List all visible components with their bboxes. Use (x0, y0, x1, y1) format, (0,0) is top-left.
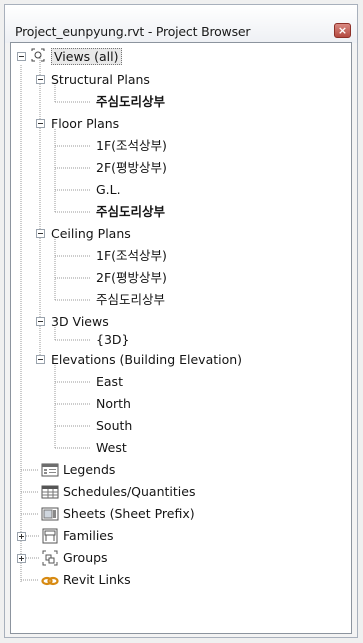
window-title: Project_eunpyung.rvt - Project Browser (15, 24, 251, 39)
tree-item-families[interactable]: Families (63, 526, 114, 546)
collapse-ceiling-plans-toggle[interactable] (36, 229, 45, 238)
tree-item-structural-plan-view[interactable]: 주심도리상부 (96, 92, 165, 112)
collapse-3d-views-toggle[interactable] (36, 317, 45, 326)
revit-links-icon (41, 576, 59, 586)
tree-item-ceiling-plans[interactable]: Ceiling Plans (51, 224, 131, 244)
schedules-icon (41, 485, 59, 499)
expand-families-toggle[interactable] (17, 532, 26, 541)
tree-item-ceiling-plan-top[interactable]: 주심도리상부 (96, 290, 165, 310)
title-bar: Project_eunpyung.rvt - Project Browser × (5, 5, 357, 43)
collapse-elevations-toggle[interactable] (36, 355, 45, 364)
tree-item-elevation-west[interactable]: West (96, 438, 127, 458)
collapse-views-toggle[interactable] (17, 52, 26, 61)
expand-groups-toggle[interactable] (17, 554, 26, 563)
tree-item-elevations[interactable]: Elevations (Building Elevation) (51, 350, 242, 370)
tree-item-3d-view[interactable]: {3D} (96, 330, 129, 350)
groups-icon (42, 550, 58, 566)
tree-item-sheets[interactable]: Sheets (Sheet Prefix) (63, 504, 195, 524)
families-icon (42, 528, 58, 544)
tree-item-views-all-label: Views (all) (51, 48, 122, 65)
collapse-floor-plans-toggle[interactable] (36, 119, 45, 128)
tree-item-floor-plan-1f[interactable]: 1F(조석상부) (96, 136, 167, 156)
tree-item-floor-plans[interactable]: Floor Plans (51, 114, 119, 134)
tree-item-ceiling-plan-2f[interactable]: 2F(평방상부) (96, 268, 167, 288)
close-icon: × (337, 24, 348, 37)
tree-item-groups[interactable]: Groups (63, 548, 108, 568)
tree-item-legends[interactable]: Legends (63, 460, 115, 480)
tree-item-revit-links[interactable]: Revit Links (63, 570, 131, 590)
tree-item-floor-plan-top[interactable]: 주심도리상부 (96, 202, 165, 222)
tree-item-elevation-east[interactable]: East (96, 372, 123, 392)
tree-item-structural-plans[interactable]: Structural Plans (51, 70, 150, 90)
tree-item-elevation-north[interactable]: North (96, 394, 131, 414)
tree-item-ceiling-plan-1f[interactable]: 1F(조석상부) (96, 246, 167, 266)
tree-item-views-all[interactable]: Views (all) (51, 46, 122, 66)
tree-item-3d-views[interactable]: 3D Views (51, 312, 109, 332)
tree-item-schedules[interactable]: Schedules/Quantities (63, 482, 195, 502)
tree-item-floor-plan-gl[interactable]: G.L. (96, 180, 121, 200)
project-browser-window: Project_eunpyung.rvt - Project Browser × (4, 4, 358, 638)
close-button[interactable]: × (334, 23, 351, 38)
project-browser-tree[interactable]: Views (all) Structural Plans 주심도리상부 Floo… (10, 42, 352, 634)
legends-icon (41, 463, 59, 477)
tree-item-floor-plan-2f[interactable]: 2F(평방상부) (96, 158, 167, 178)
collapse-structural-plans-toggle[interactable] (36, 75, 45, 84)
sheets-icon (41, 507, 59, 521)
views-icon (31, 48, 45, 62)
tree-item-elevation-south[interactable]: South (96, 416, 132, 436)
